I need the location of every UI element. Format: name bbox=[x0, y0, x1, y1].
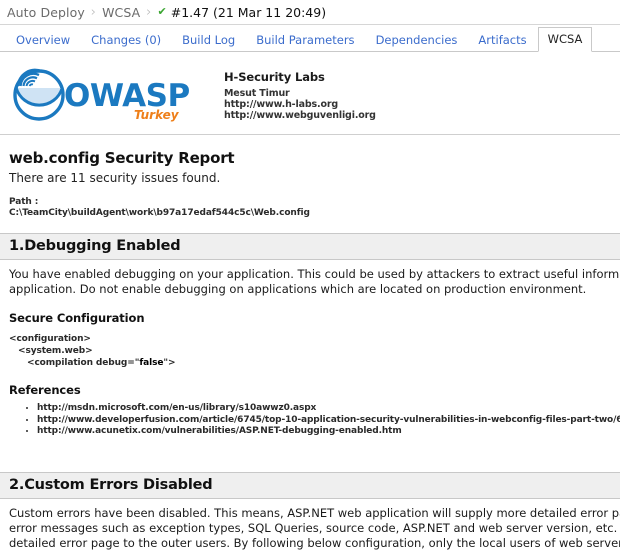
section-2-body: Custom errors have been disabled. This m… bbox=[0, 499, 620, 551]
owasp-turkey-logo: OWASP Turkey bbox=[13, 68, 190, 122]
tab-overview[interactable]: Overview bbox=[6, 28, 80, 52]
page-title: web.config Security Report bbox=[9, 149, 235, 167]
svg-text:Turkey: Turkey bbox=[134, 108, 180, 122]
tab-wcsa[interactable]: WCSA bbox=[537, 27, 593, 52]
code-compilation-suffix: "> bbox=[163, 358, 176, 368]
tab-build-log[interactable]: Build Log bbox=[172, 28, 245, 52]
code-line-compilation: <compilation debug="false"> bbox=[9, 357, 620, 369]
reference-link[interactable]: http://www.developerfusion.com/article/6… bbox=[37, 415, 620, 427]
labs-author: Mesut Timur bbox=[224, 87, 290, 99]
build-success-check-icon: ✔ bbox=[157, 4, 167, 18]
code-compilation-value: false bbox=[139, 358, 164, 368]
reference-link[interactable]: http://msdn.microsoft.com/en-us/library/… bbox=[37, 403, 620, 415]
code-line-system-web: <system.web> bbox=[18, 346, 93, 356]
labs-url-secondary[interactable]: http://www.webguvenligi.org bbox=[224, 110, 376, 121]
tab-artifacts[interactable]: Artifacts bbox=[468, 28, 536, 52]
labs-title: H-Security Labs bbox=[224, 70, 325, 84]
path-label: Path : bbox=[9, 197, 39, 207]
labs-info: H-Security Labs Mesut Timur http://www.h… bbox=[224, 70, 376, 121]
tab-build-parameters[interactable]: Build Parameters bbox=[246, 28, 364, 52]
tab-dependencies[interactable]: Dependencies bbox=[366, 28, 468, 52]
breadcrumb-build-label: #1.47 (21 Mar 11 20:49) bbox=[170, 4, 327, 20]
breadcrumb-configuration-link[interactable]: WCSA bbox=[102, 5, 140, 20]
section-1-body-line-2: application. Do not enable debugging on … bbox=[9, 282, 587, 296]
section-2-body-line-3: detailed error page to the outer users. … bbox=[9, 535, 620, 550]
section-1-heading: 1.Debugging Enabled bbox=[0, 233, 620, 260]
section-1-body: You have enabled debugging on your appli… bbox=[0, 260, 620, 297]
breadcrumb-separator-icon: › bbox=[90, 4, 97, 20]
section-1-body-line-1: You have enabled debugging on your appli… bbox=[9, 267, 620, 281]
code-line-configuration: <configuration> bbox=[9, 334, 91, 344]
reference-link[interactable]: http://www.acunetix.com/vulnerabilities/… bbox=[37, 426, 620, 438]
section-2-body-line-2: error messages such as exception types, … bbox=[9, 520, 620, 535]
section-2-heading: 2.Custom Errors Disabled bbox=[0, 471, 620, 499]
breadcrumb-separator-icon: › bbox=[146, 4, 152, 20]
section-2-body-line-1: Custom errors have been disabled. This m… bbox=[9, 505, 620, 520]
section-1-references-heading: References bbox=[9, 383, 81, 397]
tab-changes[interactable]: Changes (0) bbox=[81, 28, 171, 52]
build-tabs: Overview Changes (0) Build Log Build Par… bbox=[0, 25, 620, 52]
code-compilation-prefix: <compilation debug=" bbox=[27, 358, 140, 368]
breadcrumb: Auto Deploy › WCSA › ✔ #1.47 (21 Mar 11 … bbox=[0, 0, 620, 25]
report-summary: web.config Security Report There are 11 … bbox=[0, 149, 620, 219]
issue-count-text: There are 11 security issues found. bbox=[9, 171, 221, 185]
wcsa-report: OWASP Turkey H-Security Labs Mesut Timur… bbox=[0, 52, 620, 551]
section-1-references-list: http://msdn.microsoft.com/en-us/library/… bbox=[0, 403, 620, 438]
header-divider bbox=[0, 134, 620, 135]
labs-url-primary[interactable]: http://www.h-labs.org bbox=[224, 99, 376, 110]
report-header: OWASP Turkey H-Security Labs Mesut Timur… bbox=[0, 62, 620, 124]
path-value: C:\TeamCity\buildAgent\work\b97a17edaf54… bbox=[9, 208, 310, 218]
section-1-secure-configuration-heading: Secure Configuration bbox=[9, 311, 145, 325]
section-1-code-block: <configuration> <system.web> <compilatio… bbox=[0, 325, 620, 369]
breadcrumb-project-link[interactable]: Auto Deploy bbox=[7, 5, 85, 20]
